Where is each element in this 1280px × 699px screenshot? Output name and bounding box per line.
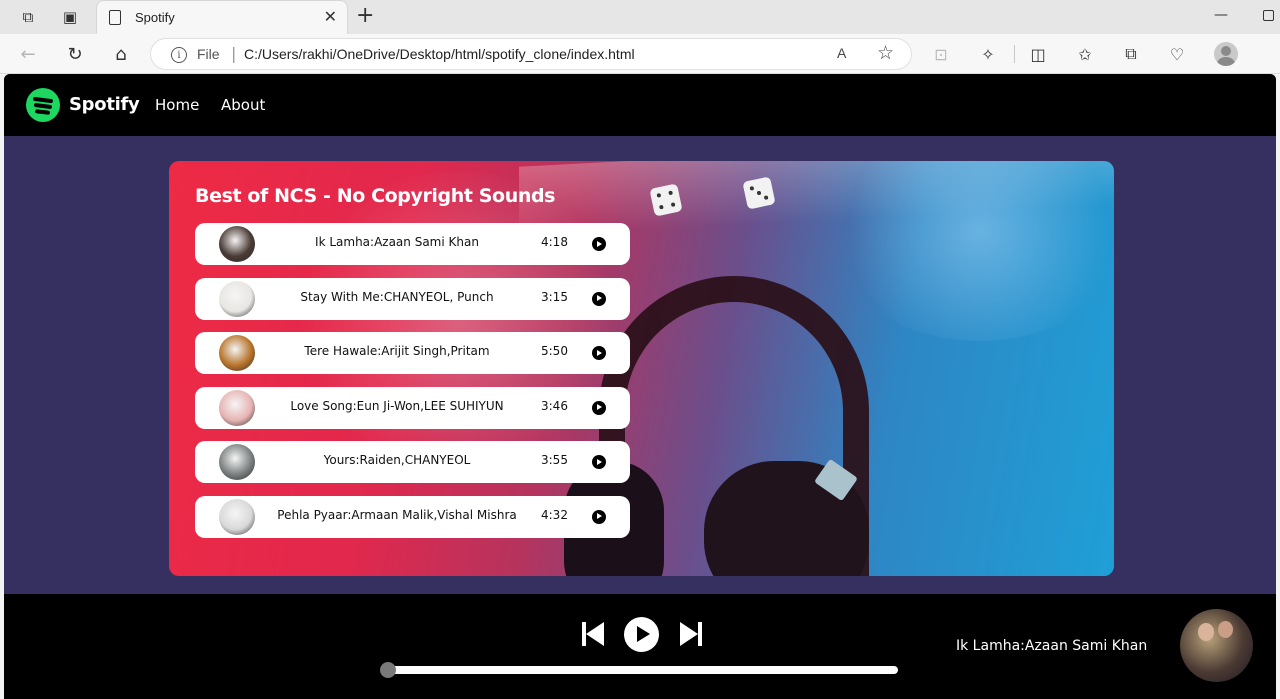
split-screen-icon[interactable]: ◫ [1027, 43, 1049, 65]
song-play-icon[interactable] [592, 400, 606, 415]
song-duration: 4:18 [541, 235, 568, 249]
song-duration: 4:32 [541, 507, 568, 522]
tab-actions-icon[interactable]: ▣ [60, 7, 80, 27]
play-pause-button[interactable] [624, 617, 659, 652]
playlist-title: Best of NCS - No Copyright Sounds [195, 185, 556, 207]
song-play-icon[interactable] [592, 509, 606, 524]
read-aloud-icon[interactable]: A [837, 45, 846, 61]
song-item[interactable]: Pehla Pyaar:Armaan Malik,Vishal Mishra 4:… [195, 495, 630, 538]
song-duration: 3:55 [541, 453, 568, 467]
song-play-icon[interactable] [592, 455, 606, 469]
address-separator: | [231, 44, 237, 63]
favorites-icon[interactable]: ✩ [1074, 43, 1096, 65]
song-item[interactable]: Yours:Raiden,CHANYEOL 3:55 [195, 441, 630, 483]
song-item[interactable]: Tere Hawale:Arijit Singh,Pritam 5:50 [195, 332, 630, 374]
song-title: Ik Lamha:Azaan Sami Khan [315, 235, 479, 249]
now-playing-cover [1180, 609, 1253, 682]
close-tab-icon[interactable]: ✕ [324, 7, 337, 26]
profile-avatar[interactable] [1214, 42, 1238, 66]
song-title: Tere Hawale:Arijit Singh,Pritam [304, 344, 490, 358]
dice-image [742, 176, 776, 210]
song-item[interactable]: Ik Lamha:Azaan Sami Khan 4:18 [195, 223, 630, 265]
song-title: Pehla Pyaar:Armaan Malik,Vishal Mishra [277, 507, 517, 522]
favorite-star-icon[interactable]: ☆ [877, 42, 894, 64]
song-play-icon[interactable] [592, 237, 606, 251]
spotify-page: Spotify Home About Best of NCS - No Copy… [4, 74, 1276, 699]
dice-image [649, 183, 683, 217]
browser-address-bar: ← ↻ ⌂ i File | C:/Users/rakhi/OneDrive/D… [0, 34, 1280, 74]
address-field[interactable]: i File | C:/Users/rakhi/OneDrive/Desktop… [150, 38, 912, 70]
song-cover-image [219, 335, 255, 371]
song-item[interactable]: Stay With Me:CHANYEOL, Punch 3:15 [195, 277, 630, 320]
workspaces-icon[interactable]: ⧉ [18, 7, 38, 27]
song-duration: 5:50 [541, 344, 568, 358]
song-title: Yours:Raiden,CHANYEOL [323, 453, 471, 467]
nav-home-link[interactable]: Home [155, 96, 199, 114]
previous-track-icon[interactable] [582, 622, 606, 646]
page-icon [109, 10, 121, 25]
playlist-hero: Best of NCS - No Copyright Sounds Ik Lam… [169, 161, 1114, 576]
home-icon[interactable]: ⌂ [109, 42, 133, 66]
browser-tab-bar: ⧉ ▣ Spotify ✕ + — [0, 0, 1280, 34]
minimize-icon[interactable]: — [1214, 7, 1228, 23]
now-playing-title: Ik Lamha:Azaan Sami Khan [956, 638, 1148, 654]
new-tab-button[interactable]: + [356, 3, 374, 28]
collections-icon[interactable]: ⧉ [1120, 43, 1142, 65]
app-available-icon[interactable]: ⊡ [930, 43, 952, 65]
address-scheme: File [197, 46, 220, 62]
nav-about-link[interactable]: About [221, 96, 265, 114]
song-cover-image [219, 280, 255, 317]
info-icon[interactable]: i [171, 47, 187, 63]
toolbar-divider [1014, 45, 1015, 63]
progress-bar[interactable] [380, 662, 898, 678]
song-title: Love Song:Eun Ji-Won,LEE SUHIYUN [290, 398, 504, 413]
extensions-icon[interactable]: ✧ [977, 43, 999, 65]
song-cover-image [219, 226, 255, 262]
song-play-icon[interactable] [592, 346, 606, 360]
song-cover-image [219, 389, 255, 426]
song-cover-image [219, 444, 255, 480]
player-bar: Ik Lamha:Azaan Sami Khan [4, 594, 1276, 699]
browser-essentials-icon[interactable]: ♡ [1166, 43, 1188, 65]
back-icon[interactable]: ← [16, 42, 40, 66]
progress-thumb[interactable] [380, 662, 396, 678]
brand-name[interactable]: Spotify [69, 94, 140, 115]
song-duration: 3:15 [541, 289, 568, 304]
song-duration: 3:46 [541, 398, 568, 413]
next-track-icon[interactable] [678, 622, 702, 646]
address-path: C:/Users/rakhi/OneDrive/Desktop/html/spo… [244, 46, 635, 62]
tab-spotify[interactable]: Spotify ✕ [96, 0, 348, 34]
spotify-logo-icon[interactable] [26, 88, 60, 122]
top-navbar: Spotify Home About [4, 74, 1276, 136]
song-cover-image [219, 498, 255, 535]
refresh-icon[interactable]: ↻ [63, 42, 87, 66]
song-play-icon[interactable] [592, 291, 606, 306]
maximize-icon[interactable] [1263, 10, 1274, 21]
tab-title: Spotify [135, 10, 175, 25]
song-item[interactable]: Love Song:Eun Ji-Won,LEE SUHIYUN 3:46 [195, 386, 630, 429]
song-title: Stay With Me:CHANYEOL, Punch [300, 289, 494, 304]
